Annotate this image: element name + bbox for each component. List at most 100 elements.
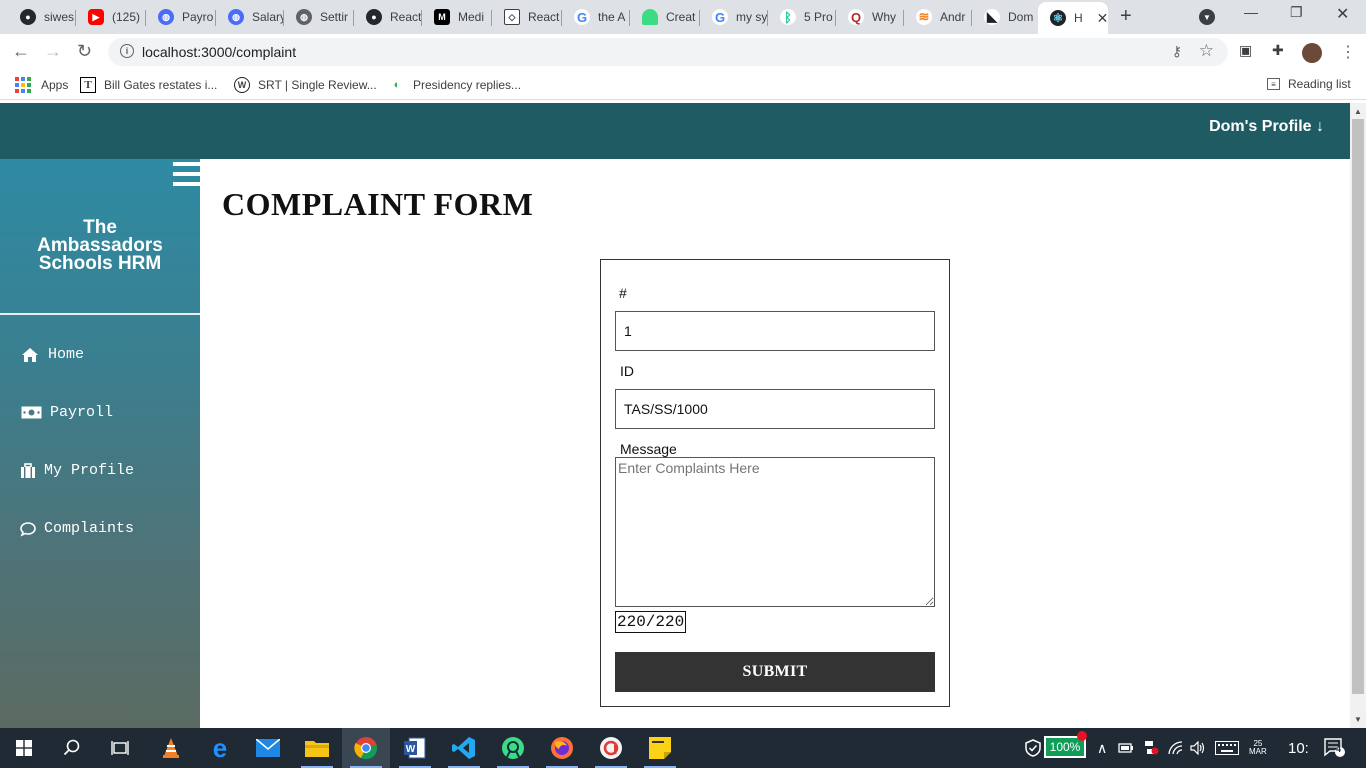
browser-tab[interactable]: M Medi xyxy=(422,4,492,30)
browser-tab[interactable]: ◍ Settir xyxy=(284,4,354,30)
task-view-icon[interactable] xyxy=(96,728,144,768)
android-studio-icon[interactable] xyxy=(489,728,537,768)
bookmark-favicon-icon: ◐ xyxy=(393,79,401,91)
restore-icon[interactable]: ❐ xyxy=(1290,4,1303,21)
github-icon: ● xyxy=(20,9,36,25)
browser-tab[interactable]: ● React xyxy=(354,4,422,30)
sidebar: The Ambassadors Schools HRM Home Payroll… xyxy=(0,159,200,728)
puzzle-icon[interactable]: ✚ xyxy=(1272,42,1290,60)
menu-kebab-icon[interactable]: ⋮ xyxy=(1340,42,1356,62)
firefox-icon[interactable] xyxy=(538,728,586,768)
sidebar-item-my-profile[interactable]: My Profile xyxy=(20,462,134,479)
bookmark-apps[interactable]: Apps xyxy=(15,77,68,93)
browser-tab-bar: ● siwes ▶ (125) ◍ Payro ◍ Salary ◍ Settir ● Re… xyxy=(0,0,1366,34)
browser-tab[interactable]: Gthe A xyxy=(562,4,630,30)
hamburger-menu-icon[interactable] xyxy=(173,162,200,186)
key-icon[interactable]: ⚷ xyxy=(1172,43,1182,60)
notification-dot xyxy=(1077,731,1087,741)
message-textarea[interactable] xyxy=(615,457,935,607)
forward-arrow-icon[interactable]: → xyxy=(44,41,62,62)
bootstrap-icon: ᛒ xyxy=(780,9,796,25)
browser-tab[interactable]: ▶ (125) xyxy=(76,4,146,30)
sidebar-item-complaints[interactable]: Complaints xyxy=(20,520,134,537)
stackoverflow-icon: ≋ xyxy=(916,9,932,25)
feed-icon: ◣ xyxy=(984,9,1000,25)
id-field[interactable]: TAS/SS/1000 xyxy=(615,389,935,429)
vscode-icon[interactable] xyxy=(440,728,488,768)
number-field[interactable]: 1 xyxy=(615,311,935,351)
money-icon xyxy=(20,406,42,419)
app-viewport: Dom's Profile ↓ The Ambassadors Schools … xyxy=(0,103,1350,728)
reload-icon[interactable]: ↻ xyxy=(77,41,92,62)
browser-tab[interactable]: ◍ Salary xyxy=(216,4,284,30)
globe-icon: ◍ xyxy=(228,9,244,25)
mail-icon[interactable] xyxy=(244,728,292,768)
youtube-icon: ▶ xyxy=(88,9,104,25)
browser-tab[interactable]: Q Why xyxy=(836,4,904,30)
notification-center-icon[interactable]: 4 xyxy=(1324,728,1346,768)
word-icon[interactable]: W xyxy=(391,728,439,768)
site-info-icon[interactable]: i xyxy=(120,44,134,58)
bookmark-item[interactable]: ◐ Presidency replies... xyxy=(389,77,521,93)
keyboard-icon[interactable] xyxy=(1215,728,1239,768)
page-title: COMPLAINT FORM xyxy=(222,186,534,222)
volume-icon[interactable] xyxy=(1190,728,1206,768)
globe-icon: ◍ xyxy=(158,9,174,25)
avatar[interactable] xyxy=(1302,43,1322,63)
sidebar-item-payroll[interactable]: Payroll xyxy=(20,404,113,421)
edge-icon[interactable]: e xyxy=(196,728,244,768)
bookmark-item[interactable]: W SRT | Single Review... xyxy=(234,77,377,93)
browser-tab[interactable]: ᛒ5 Pro xyxy=(768,4,836,30)
sticky-notes-icon[interactable] xyxy=(636,728,684,768)
scroll-down-icon[interactable]: ▼ xyxy=(1354,715,1362,724)
browser-tab[interactable]: ◇ React xyxy=(492,4,562,30)
android-icon xyxy=(642,9,658,25)
battery-icon[interactable] xyxy=(1118,728,1134,768)
sidebar-item-home[interactable]: Home xyxy=(20,346,84,363)
bookmark-item[interactable]: T Bill Gates restates i... xyxy=(80,77,217,93)
reading-list[interactable]: ≡ Reading list xyxy=(1267,77,1351,91)
scroll-up-icon[interactable]: ▲ xyxy=(1354,107,1362,116)
address-url[interactable]: localhost:3000/complaint xyxy=(142,44,296,60)
bookmark-star-icon[interactable]: ☆ xyxy=(1199,41,1214,61)
browser-tab[interactable]: ≋ Andr xyxy=(904,4,972,30)
windows-start-icon[interactable] xyxy=(0,728,48,768)
browser-tab[interactable]: ● siwes xyxy=(8,4,76,30)
app-circle-icon[interactable] xyxy=(587,728,635,768)
browser-tab[interactable]: Creat xyxy=(630,4,700,30)
search-icon[interactable] xyxy=(48,728,96,768)
scrollbar-thumb[interactable] xyxy=(1352,119,1364,694)
clock[interactable]: 10: xyxy=(1288,728,1309,768)
date-display[interactable]: 25 MAR xyxy=(1249,740,1267,756)
browser-tab[interactable]: ◍ Payro xyxy=(146,4,216,30)
back-arrow-icon[interactable]: ← xyxy=(12,41,30,62)
profile-dropdown[interactable]: Dom's Profile ↓ xyxy=(1209,118,1324,136)
extension-icon[interactable]: ▣ xyxy=(1239,42,1257,60)
windows-taskbar: e W 100% ∧ 25 MAR 10: 4 xyxy=(0,728,1366,768)
settings-globe-icon: ◍ xyxy=(296,9,312,25)
submit-button[interactable]: SUBMIT xyxy=(615,652,935,692)
chrome-icon[interactable] xyxy=(342,728,390,768)
file-explorer-icon[interactable] xyxy=(293,728,341,768)
id-label: ID xyxy=(620,363,634,379)
vlc-icon[interactable] xyxy=(147,728,195,768)
window-close-icon[interactable]: ✕ xyxy=(1336,4,1349,24)
chevron-up-icon[interactable]: ∧ xyxy=(1097,728,1107,768)
new-tab-button[interactable]: + xyxy=(1120,5,1132,28)
comment-icon xyxy=(20,521,36,537)
browser-tab[interactable]: Gmy sy xyxy=(700,4,768,30)
vertical-scrollbar[interactable]: ▲ ▼ xyxy=(1350,103,1366,728)
react-icon: ⚛ xyxy=(1050,10,1066,26)
defender-icon[interactable] xyxy=(1025,728,1041,768)
close-icon[interactable]: ✕ xyxy=(1097,10,1108,27)
medium-icon: M xyxy=(434,9,450,25)
minimize-icon[interactable]: — xyxy=(1244,4,1258,20)
main-content: COMPLAINT FORM # 1 ID TAS/SS/1000 Messag… xyxy=(200,159,1350,728)
tab-search-icon[interactable]: ▼ xyxy=(1199,9,1215,25)
network-error-icon[interactable] xyxy=(1143,728,1159,768)
browser-tab-active[interactable]: ⚛ H ✕ xyxy=(1038,2,1108,34)
home-icon xyxy=(20,347,40,363)
browser-tab[interactable]: ◣ Dom xyxy=(972,4,1038,30)
wifi-icon[interactable] xyxy=(1168,728,1184,768)
address-bar[interactable]: i localhost:3000/complaint ⚷ ☆ xyxy=(108,38,1228,66)
